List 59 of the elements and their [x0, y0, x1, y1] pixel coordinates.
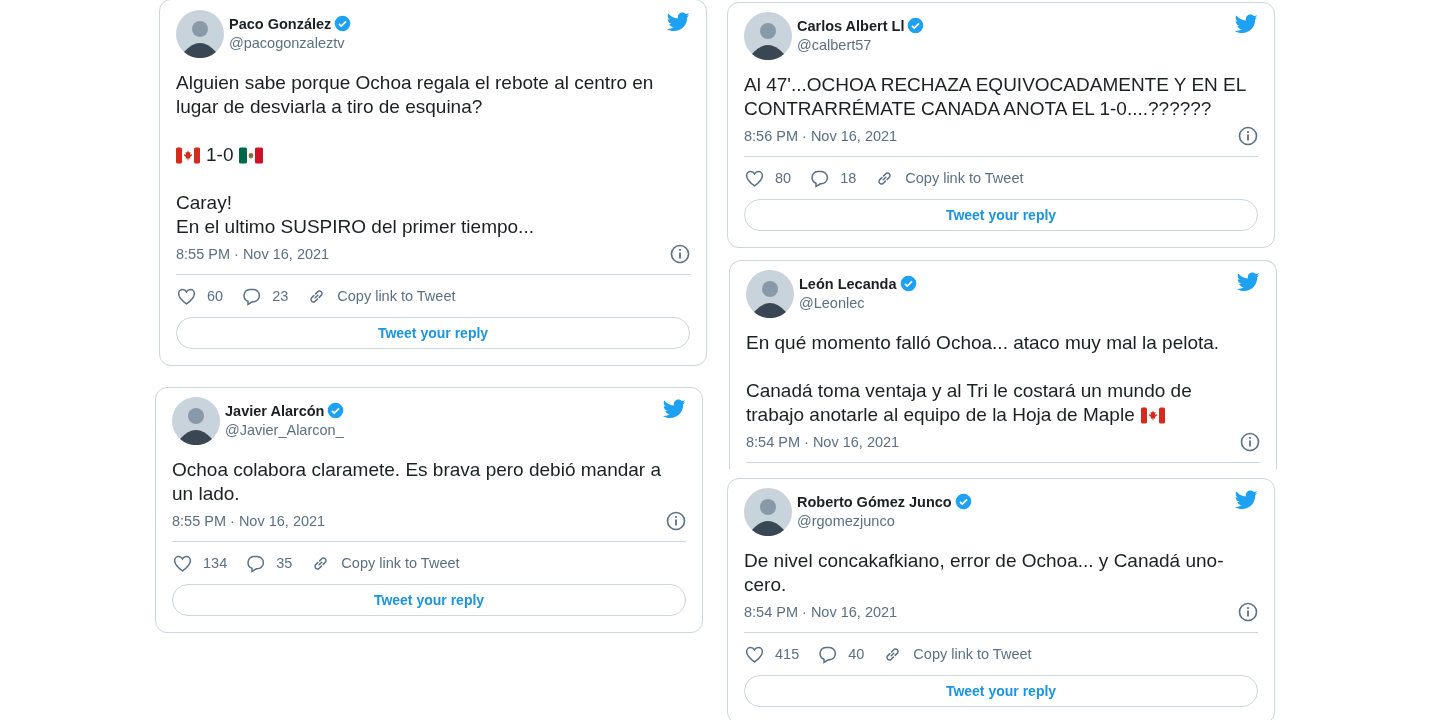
copy-link[interactable]: Copy link to Tweet [913, 646, 1032, 662]
copy-link[interactable]: Copy link to Tweet [341, 555, 460, 571]
info-icon[interactable] [1238, 602, 1258, 622]
copy-link[interactable]: Copy link to Tweet [337, 288, 456, 304]
info-icon[interactable] [670, 244, 690, 264]
info-icon[interactable] [1238, 126, 1258, 146]
author-name[interactable]: Roberto Gómez Junco [797, 493, 952, 510]
reply-button[interactable]: Tweet your reply [744, 675, 1258, 707]
flag-icon [1140, 406, 1165, 424]
author-name[interactable]: Paco González [229, 15, 332, 32]
tweet-text: Al 47'...OCHOA RECHAZA EQUIVOCADAMENTE Y EN EL CONTRARRÉMATE CANADA ANOTA EL 1-0....?????? [744, 73, 1247, 121]
tweet-text: 1-0 [206, 143, 234, 167]
timestamp[interactable]: 8:56 PM · Nov 16, 2021 [744, 128, 898, 144]
bird-icon[interactable] [662, 399, 686, 419]
bird-icon[interactable] [1236, 272, 1260, 292]
like-count: 80 [775, 170, 792, 186]
copy-link[interactable]: Copy link to Tweet [905, 170, 1024, 186]
avatar [176, 10, 224, 58]
tweet-text: En el ultimo SUSPIRO del primer tiempo... [176, 215, 534, 239]
timestamp[interactable]: 8:55 PM · Nov 16, 2021 [172, 513, 326, 529]
author-handle[interactable]: @Leonlec [799, 295, 917, 311]
reply-button[interactable]: Tweet your reply [744, 199, 1258, 231]
tweet-text: Ochoa colabora claramete. Es brava pero debió mandar a un lado. [172, 458, 662, 506]
tweet-text: De nivel concakafkiano, error de Ochoa... y Canadá uno-cero. [744, 549, 1225, 597]
author-handle[interactable]: @rgomezjunco [797, 513, 972, 529]
timestamp[interactable]: 8:54 PM · Nov 16, 2021 [746, 434, 900, 450]
flag-icon [239, 146, 264, 164]
author-name[interactable]: León Lecanda [799, 275, 897, 292]
like-count: 415 [775, 646, 800, 662]
timestamp[interactable]: 8:54 PM · Nov 16, 2021 [744, 604, 898, 620]
info-icon[interactable] [1240, 432, 1260, 452]
reply-count: 18 [840, 170, 857, 186]
tweet-text: Canadá toma ventaja y al Tri le costará un mundo de [746, 379, 1192, 403]
author-handle[interactable]: @Javier_Alarcon_ [225, 422, 345, 438]
bird-icon[interactable] [1234, 490, 1258, 510]
tweet-text: trabajo anotarle al equipo de la Hoja de Maple [746, 403, 1135, 427]
author-name[interactable]: Javier Alarcón [225, 402, 325, 419]
like-count: 60 [207, 288, 224, 304]
author-name[interactable]: Carlos Albert Ll [797, 17, 905, 34]
reply-button[interactable]: Tweet your reply [172, 584, 686, 616]
bird-icon[interactable] [666, 12, 690, 32]
tweet-text: Caray! [176, 191, 232, 215]
reply-count: 40 [848, 646, 865, 662]
timestamp[interactable]: 8:55 PM · Nov 16, 2021 [176, 246, 330, 262]
author-handle[interactable]: @pacogonzaleztv [229, 35, 352, 51]
avatar [746, 270, 794, 318]
avatar [744, 12, 792, 60]
author-handle[interactable]: @calbert57 [797, 37, 925, 53]
like-count: 134 [203, 555, 228, 571]
info-icon[interactable] [666, 511, 686, 531]
avatar [172, 397, 220, 445]
reply-button[interactable]: Tweet your reply [176, 317, 690, 349]
reply-count: 23 [272, 288, 289, 304]
tweet-text: En qué momento falló Ochoa... ataco muy mal la pelota. [746, 331, 1220, 355]
tweet-text: Alguien sabe porque Ochoa regala el rebote al centro en lugar de desviarla a tiro de esquina? [176, 71, 655, 119]
reply-count: 35 [276, 555, 293, 571]
flag-icon [176, 146, 200, 164]
avatar [744, 488, 792, 536]
bird-icon[interactable] [1234, 14, 1258, 34]
